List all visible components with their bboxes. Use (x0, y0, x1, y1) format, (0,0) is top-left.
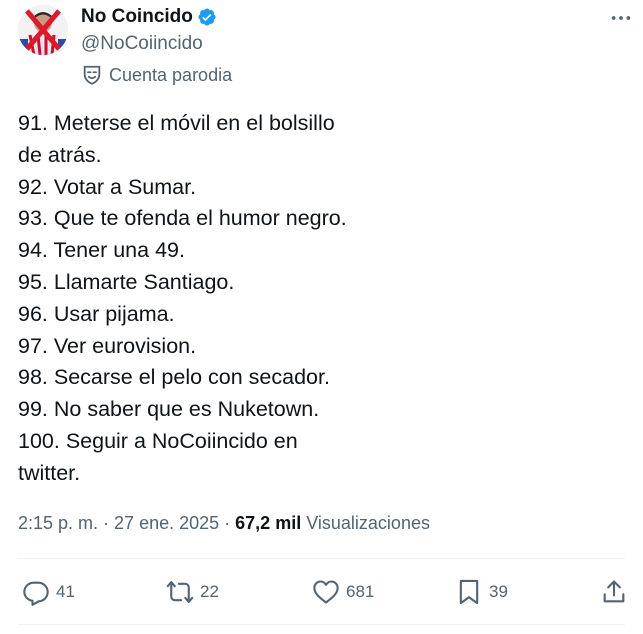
tweet-line: twitter. (18, 460, 81, 485)
tweet-meta: 2:15 p. m. · 27 ene. 2025 · 67,2 mil Vis… (18, 513, 430, 534)
views-label: Visualizaciones (306, 513, 430, 533)
tweet-line: de atrás. (18, 142, 102, 167)
tweet-time[interactable]: 2:15 p. m. (18, 513, 98, 533)
meta-separator: · (219, 513, 236, 533)
reply-button[interactable]: 41 (22, 572, 75, 612)
like-icon (313, 580, 339, 604)
more-options-button[interactable] (609, 10, 633, 26)
views-count[interactable]: 67,2 mil (235, 513, 301, 533)
meta-separator: · (98, 513, 115, 533)
tweet-text: 91. Meterse el móvil en el bolsillo de a… (18, 108, 618, 490)
retweet-button[interactable]: 22 (166, 572, 219, 612)
tweet-line: 97. Ver eurovision. (18, 333, 197, 358)
retweet-icon (166, 581, 194, 603)
reply-icon (23, 581, 49, 606)
bookmark-icon (459, 579, 479, 605)
tweet-line: 98. Secarse el pelo con secador. (18, 365, 330, 390)
share-icon (603, 580, 625, 603)
divider (18, 558, 625, 559)
author-display-name[interactable]: No Coincido (81, 6, 193, 28)
bookmark-button[interactable]: 39 (455, 572, 508, 612)
author-name-row: No Coincido (81, 5, 217, 29)
like-button[interactable]: 681 (312, 572, 374, 612)
tweet-date[interactable]: 27 ene. 2025 (114, 513, 219, 533)
parody-mask-icon (81, 64, 103, 86)
action-bar: 41 22 681 39 (0, 572, 643, 612)
more-icon (611, 16, 631, 20)
divider (18, 624, 625, 625)
parody-label: Cuenta parodia (109, 64, 233, 85)
retweet-count: 22 (200, 582, 219, 601)
tweet-line: 99. No saber que es Nuketown. (18, 397, 320, 422)
tweet-line: 95. Llamarte Santiago. (18, 269, 235, 294)
author-handle[interactable]: @NoCoiincido (81, 33, 203, 55)
tweet-line: 92. Votar a Sumar. (18, 174, 197, 199)
tweet-line: 91. Meterse el móvil en el bolsillo (18, 111, 335, 135)
reply-count: 41 (56, 582, 75, 601)
tweet-line: 94. Tener una 49. (18, 238, 185, 263)
avatar[interactable] (18, 5, 68, 55)
share-button[interactable] (600, 572, 628, 612)
bookmark-count: 39 (489, 582, 508, 601)
tweet-line: 100. Seguir a NoCoiincido en (18, 428, 298, 453)
like-count: 681 (346, 582, 375, 601)
parody-label-row: Cuenta parodia (81, 64, 232, 86)
tweet-line: 93. Que te ofenda el humor negro. (18, 206, 347, 231)
verified-badge-icon[interactable] (197, 7, 217, 27)
tweet-line: 96. Usar pijama. (18, 301, 175, 326)
avatar-image (18, 5, 68, 55)
